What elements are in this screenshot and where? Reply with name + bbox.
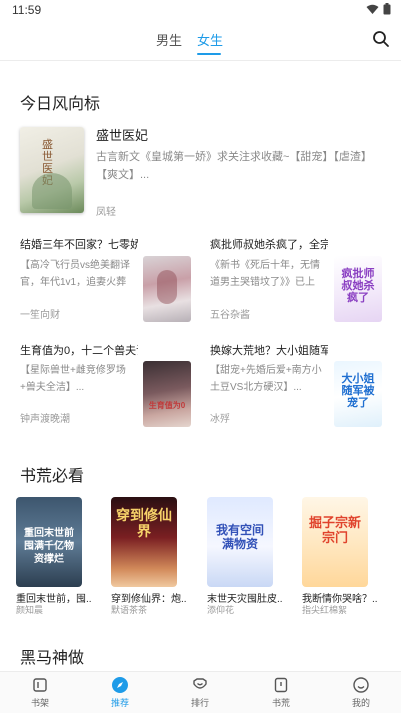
bookshelf-icon: [33, 678, 47, 692]
nav-label: 我的: [351, 698, 370, 708]
search-icon[interactable]: [371, 29, 391, 49]
featured-book-desc: 古言新文《皇城第一娇》求关注求收藏~【甜宠】【虐渣】【爽文】...: [96, 151, 372, 181]
list-item-cover[interactable]: 疯批师叔她杀疯了: [334, 256, 382, 322]
grid-book-cover[interactable]: 穿到修仙界: [111, 497, 177, 587]
nav-recommend[interactable]: 推荐: [98, 676, 142, 709]
list-item-cover[interactable]: 大小姐随军被宠了: [334, 361, 382, 427]
section-title-trending: 今日风向标: [20, 96, 101, 113]
bottom-nav: 书架 推荐 排行 书荒 我的: [0, 671, 401, 713]
grid-book-author: 添仰花: [207, 605, 235, 615]
list-item-title: 换嫁大荒地？大小姐随军...: [210, 345, 328, 357]
section-title-must-read: 书荒必看: [20, 468, 85, 485]
grid-book-author: 颜知晨: [16, 605, 44, 615]
list-item-cover[interactable]: 生育值为0: [143, 361, 191, 427]
grid-book-cover-text: 重回末世前 囤满千亿物资撑烂: [24, 528, 74, 565]
list-item-desc: 《新书《死后十年，无情道男主哭错坟了》》已上线，欢...: [210, 260, 320, 288]
status-time: 11:59: [12, 3, 42, 17]
tab-male[interactable]: 男生: [156, 30, 182, 49]
list-item-title: 结婚三年不回家？七零娇...: [20, 239, 138, 251]
list-item-author: 钟声渡晚潮: [20, 414, 70, 425]
book-icon: [274, 677, 288, 693]
grid-book-cover[interactable]: 重回末世前 囤满千亿物资撑烂: [16, 497, 82, 587]
tab-female[interactable]: 女生: [197, 30, 223, 49]
list-item-cover-text: 生育值为0: [148, 401, 186, 410]
active-tab-indicator: [197, 53, 221, 55]
nav-label: 排行: [190, 698, 209, 708]
nav-profile[interactable]: 我的: [339, 676, 383, 709]
featured-book-author: 凤轻: [96, 207, 116, 218]
status-icons: [366, 3, 391, 15]
list-item-author: 一笙向财: [20, 310, 60, 321]
cover-figure: [157, 270, 177, 304]
top-tab-bar: 男生 女生: [0, 22, 401, 58]
grid-book-cover-text: 掘子宗新宗门: [308, 515, 361, 545]
grid-book-author: 默语茶茶: [111, 605, 148, 615]
list-item-cover[interactable]: [143, 256, 191, 322]
featured-book-title[interactable]: 盛世医妃: [96, 125, 148, 144]
compass-icon: [112, 677, 128, 693]
ranking-icon: [193, 678, 207, 689]
list-item-author: 冰殍: [210, 414, 230, 425]
grid-book-cover-text: 穿到修仙界: [116, 507, 172, 539]
nav-ranking[interactable]: 排行: [178, 676, 222, 709]
cover-figure: [32, 173, 72, 209]
wifi-icon: [366, 4, 379, 14]
nav-bookshelf[interactable]: 书架: [18, 676, 62, 709]
list-item-cover-text: 疯批师叔她杀疯了: [341, 268, 375, 304]
featured-book-cover[interactable]: 盛世医妃: [20, 127, 84, 213]
list-item-author: 五谷杂酱: [210, 310, 250, 321]
nav-label: 书荒: [271, 698, 290, 708]
battery-icon: [383, 3, 391, 15]
list-item-desc: 【高冷飞行员vs绝美翻译官，年代1v1，追妻火葬场】...: [20, 260, 130, 288]
status-bar: 11:59: [0, 0, 401, 20]
section-title-dark-horse: 黑马神做: [20, 650, 85, 667]
nav-label: 书架: [30, 698, 49, 708]
grid-book-cover[interactable]: 掘子宗新宗门: [302, 497, 368, 587]
grid-book-cover[interactable]: 我有空间满物资: [207, 497, 273, 587]
nav-label: 推荐: [110, 698, 129, 708]
list-item-title: 生育值为0，十二个兽夫请...: [20, 345, 138, 357]
grid-book-author: 指尖红棉絮: [302, 605, 348, 615]
list-item-desc: 【甜宠+先婚后爱+南方小土豆VS北方硬汉】...: [210, 365, 322, 393]
grid-book-cover-text: 我有空间满物资: [215, 523, 264, 551]
profile-icon: [353, 677, 369, 693]
header-divider: [0, 60, 401, 61]
list-item-cover-text: 大小姐随军被宠了: [341, 373, 375, 409]
nav-book-famine[interactable]: 书荒: [259, 676, 303, 709]
list-item-title: 疯批师叔她杀疯了，全宗...: [210, 239, 328, 251]
list-item-desc: 【星际兽世+雌竞修罗场+兽夫全洁】...: [20, 365, 126, 393]
